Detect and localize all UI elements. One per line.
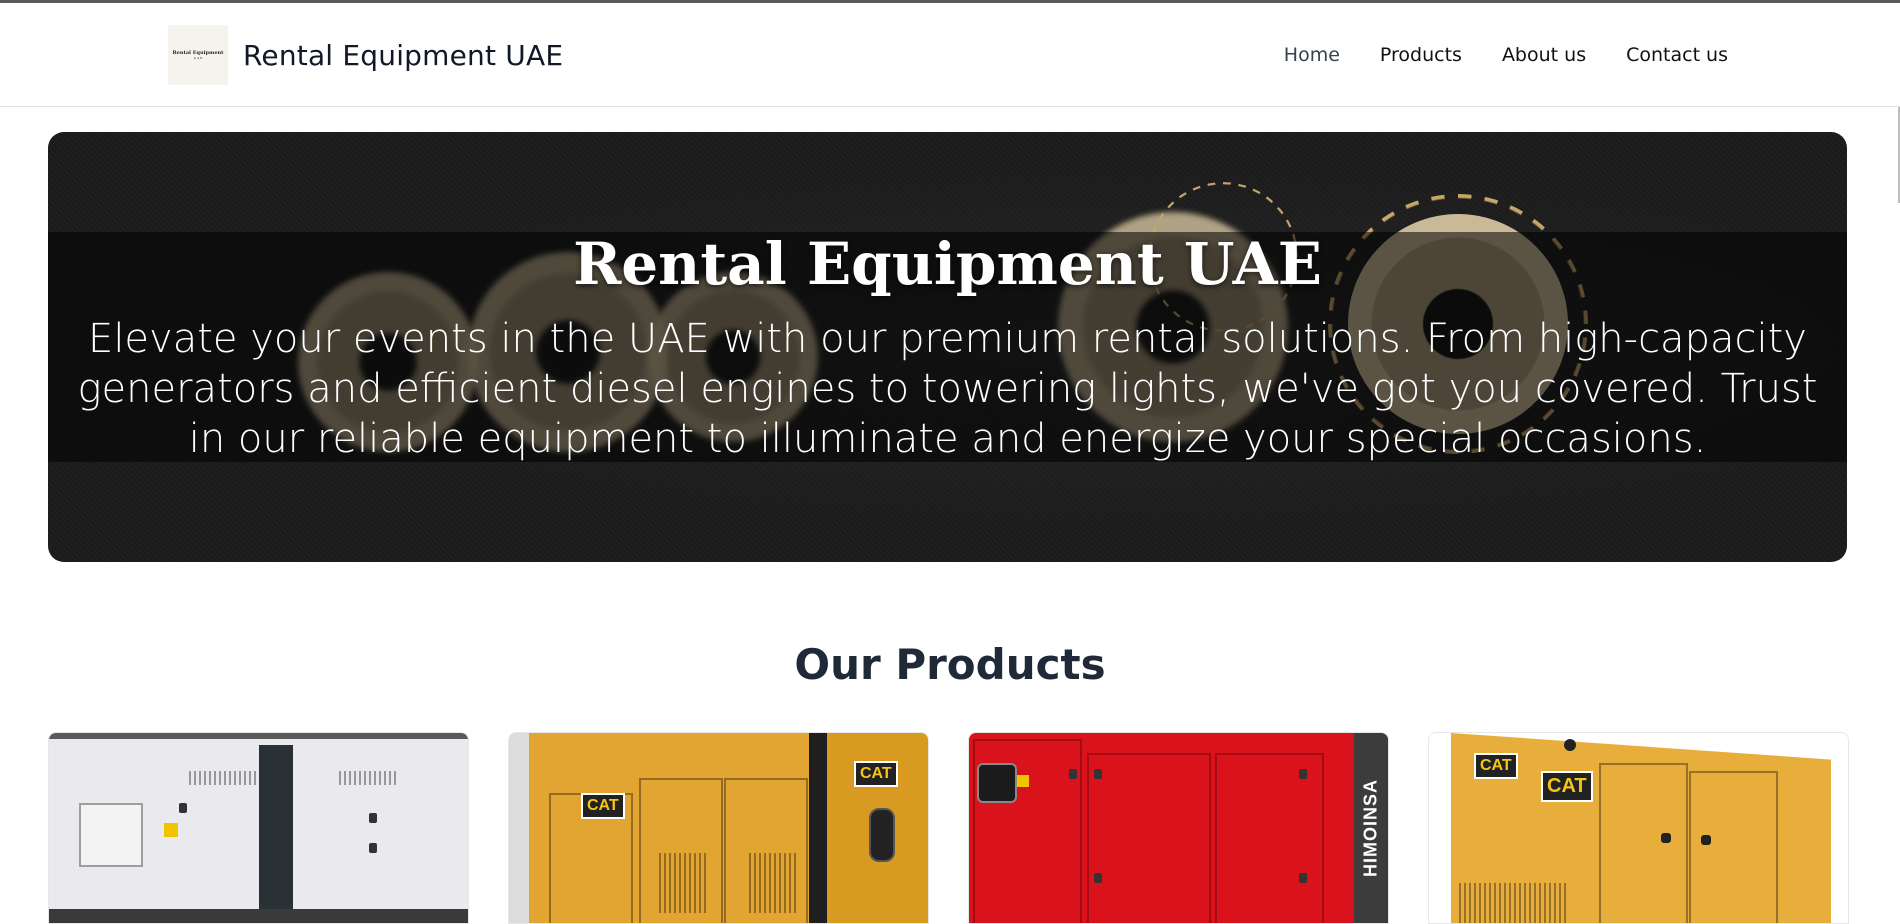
product-image-white-generator[interactable] <box>49 733 468 923</box>
latch-graphic <box>1069 769 1077 779</box>
product-card[interactable]: CAT CAT <box>1428 732 1849 924</box>
product-card[interactable] <box>48 732 469 924</box>
latch-graphic <box>1299 769 1307 779</box>
latch-graphic <box>1299 873 1307 883</box>
hero-banner: Rental Equipment UAE Elevate your events… <box>48 132 1847 562</box>
products-section-title: Our Products <box>794 640 1106 689</box>
nav-home-link[interactable]: Home <box>1284 44 1340 66</box>
door-panel-graphic <box>1689 771 1778 923</box>
nav-products-link[interactable]: Products <box>1380 44 1462 66</box>
cat-logo: CAT <box>854 761 898 787</box>
latch-graphic <box>369 813 377 823</box>
logo-text-line2: U A E <box>193 56 203 60</box>
control-panel-graphic <box>977 763 1017 803</box>
product-image-cat-generator[interactable]: CAT CAT <box>1429 733 1848 923</box>
site-logo[interactable]: Rental Equipment U A E <box>168 25 228 85</box>
base-frame-graphic <box>49 909 468 923</box>
brand[interactable]: Rental Equipment U A E Rental Equipment … <box>168 25 563 85</box>
brand-title[interactable]: Rental Equipment UAE <box>243 39 563 72</box>
product-cards: CAT CAT HIMOINSA CAT CAT <box>48 732 1849 924</box>
top-navbar: Rental Equipment U A E Rental Equipment … <box>0 3 1900 107</box>
latch-graphic <box>1094 769 1102 779</box>
exhaust-pipe-graphic <box>259 745 293 923</box>
door-panel-graphic <box>1599 763 1688 923</box>
control-panel-graphic <box>79 803 143 867</box>
himoinsa-logo: HIMOINSA <box>1354 733 1388 923</box>
cat-logo: CAT <box>1541 771 1593 802</box>
vent-graphic <box>749 853 799 913</box>
cat-logo: CAT <box>581 793 625 819</box>
vent-graphic <box>659 853 709 913</box>
warning-label-graphic <box>1017 775 1029 787</box>
product-card[interactable]: CAT CAT <box>508 732 929 924</box>
warning-label-graphic <box>164 823 178 837</box>
latch-graphic <box>179 803 187 813</box>
nav-about-link[interactable]: About us <box>1502 44 1586 66</box>
window-graphic <box>869 808 895 862</box>
vent-graphic <box>1459 883 1569 923</box>
door-panel-graphic <box>1215 753 1324 923</box>
hero-title: Rental Equipment UAE <box>573 230 1322 298</box>
cat-logo: CAT <box>1474 753 1518 779</box>
vent-graphic <box>189 771 259 785</box>
latch-graphic <box>369 843 377 853</box>
nav-contact-link[interactable]: Contact us <box>1626 44 1728 66</box>
exhaust-cap-graphic <box>1564 739 1576 751</box>
product-image-cat-generator[interactable]: CAT CAT <box>509 733 928 923</box>
product-card[interactable]: HIMOINSA <box>968 732 1389 924</box>
latch-graphic <box>1094 873 1102 883</box>
handle-graphic <box>1661 833 1671 843</box>
product-image-himoinsa-generator[interactable]: HIMOINSA <box>969 733 1388 923</box>
door-panel-graphic <box>1087 753 1211 923</box>
main-menu: Home Products About us Contact us <box>1284 3 1728 106</box>
handle-graphic <box>1701 835 1711 845</box>
vent-graphic <box>339 771 399 785</box>
hero-description: Elevate your events in the UAE with our … <box>77 316 1818 462</box>
